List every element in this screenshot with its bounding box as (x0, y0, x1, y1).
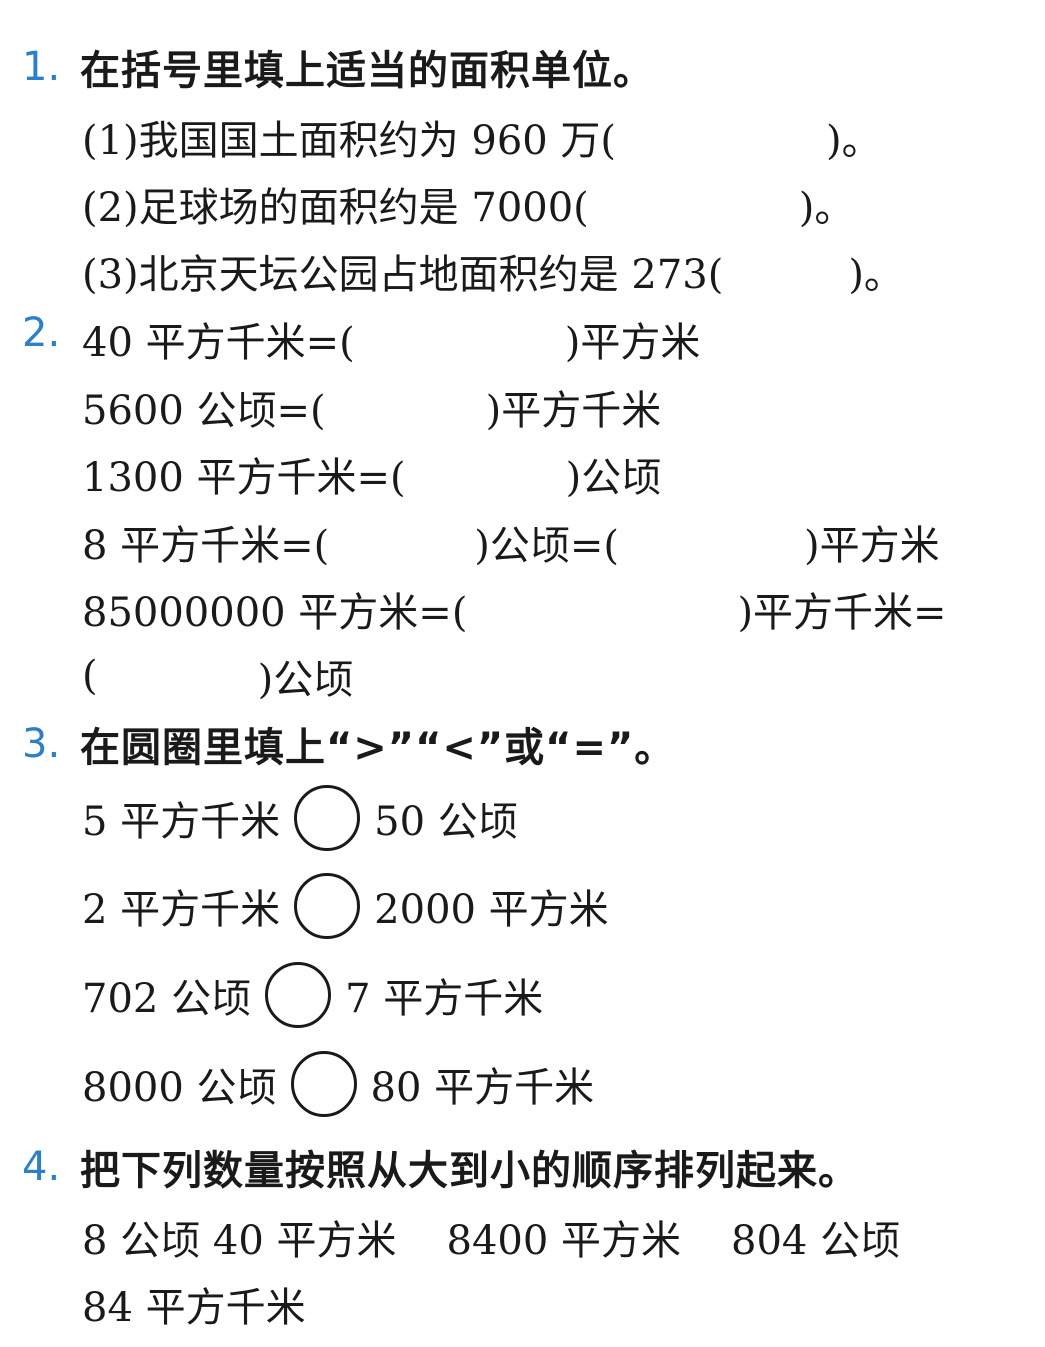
q3-row-4: 8000 公顷 80 平方千米 (82, 1051, 594, 1117)
line-text: 1300 平方千米=( (82, 455, 406, 501)
compare-left: 702 公顷 (82, 976, 252, 1022)
question-title: 把下列数量按照从大到小的顺序排列起来。 (80, 1148, 859, 1194)
compare-left: 2 平方千米 (82, 887, 281, 933)
compare-circle[interactable] (294, 873, 361, 939)
compare-right: 50 公顷 (374, 799, 518, 845)
quantity-item: 84 平方千米 (82, 1285, 306, 1331)
line-text: 40 平方千米=( (82, 320, 355, 366)
q4-items-line-1: 8 公顷 40 平方米 8400 平方米 804 公顷 (82, 1208, 900, 1266)
question-number: 1. (22, 44, 61, 90)
line-text: )平方千米 (485, 388, 662, 434)
line-text: )平方千米= (737, 590, 947, 636)
compare-left: 5 平方千米 (82, 799, 281, 845)
q1-item-2: (2)足球场的面积约是 7000( )。 (82, 175, 854, 233)
line-text: )平方米 (804, 523, 940, 569)
question-title: 在圆圈里填上“>”“<”或“=”。 (80, 725, 676, 771)
compare-right: 80 平方千米 (370, 1065, 595, 1111)
line-text: )平方米 (564, 320, 701, 366)
line-text: 8 平方千米=( (82, 523, 330, 569)
q3-row-2: 2 平方千米 2000 平方米 (82, 873, 609, 939)
item-close: )。 (798, 185, 855, 231)
q3-row-1: 5 平方千米 50 公顷 (82, 785, 518, 851)
quantity-item: 8400 平方米 (446, 1218, 682, 1264)
q2-line-5: 85000000 平方米=( )平方千米= (82, 580, 947, 638)
compare-right: 7 平方千米 (345, 976, 544, 1022)
q2-line-1: 40 平方千米=( )平方米 (82, 310, 700, 368)
question-2-header: 2. (0, 310, 80, 356)
question-number: 4. (22, 1144, 61, 1190)
line-text: 85000000 平方米=( (82, 590, 468, 636)
q2-line-6: ( )公顷 (82, 647, 353, 705)
item-text: (2)足球场的面积约是 7000( (82, 185, 589, 231)
compare-circle[interactable] (265, 962, 332, 1028)
line-text: )公顷 (257, 657, 354, 703)
quantity-item: 8 公顷 40 平方米 (82, 1218, 397, 1264)
compare-left: 8000 公顷 (82, 1065, 277, 1111)
q2-line-4: 8 平方千米=( )公顷=( )平方米 (82, 513, 940, 571)
item-close: )。 (848, 252, 904, 298)
compare-circle[interactable] (290, 1051, 357, 1117)
question-title: 在括号里填上适当的面积单位。 (80, 48, 654, 94)
question-4-header: 4. 把下列数量按照从大到小的顺序排列起来。 (0, 1138, 859, 1196)
question-number: 3. (22, 721, 61, 767)
line-text: ( (82, 653, 98, 699)
item-text: (3)北京天坛公园占地面积约是 273( (82, 252, 724, 298)
compare-circle[interactable] (294, 785, 361, 851)
item-close: )。 (826, 118, 882, 164)
q2-line-3: 1300 平方千米=( )公顷 (82, 445, 661, 503)
q2-line-2: 5600 公顷=( )平方千米 (82, 378, 661, 436)
question-number: 2. (22, 310, 61, 356)
question-1-header: 1. 在括号里填上适当的面积单位。 (0, 38, 654, 96)
line-text: )公顷 (565, 455, 662, 501)
q3-row-3: 702 公顷 7 平方千米 (82, 962, 543, 1028)
q1-item-3: (3)北京天坛公园占地面积约是 273( )。 (82, 242, 904, 300)
compare-right: 2000 平方米 (374, 887, 609, 933)
item-text: (1)我国国土面积约为 960 万( (82, 118, 617, 164)
q1-item-1: (1)我国国土面积约为 960 万( )。 (82, 108, 882, 166)
line-text: 5600 公顷=( (82, 388, 326, 434)
line-text: )公顷=( (474, 523, 620, 569)
q4-items-line-2: 84 平方千米 (82, 1275, 306, 1333)
quantity-item: 804 公顷 (731, 1218, 901, 1264)
question-3-header: 3. 在圆圈里填上“>”“<”或“=”。 (0, 715, 675, 773)
